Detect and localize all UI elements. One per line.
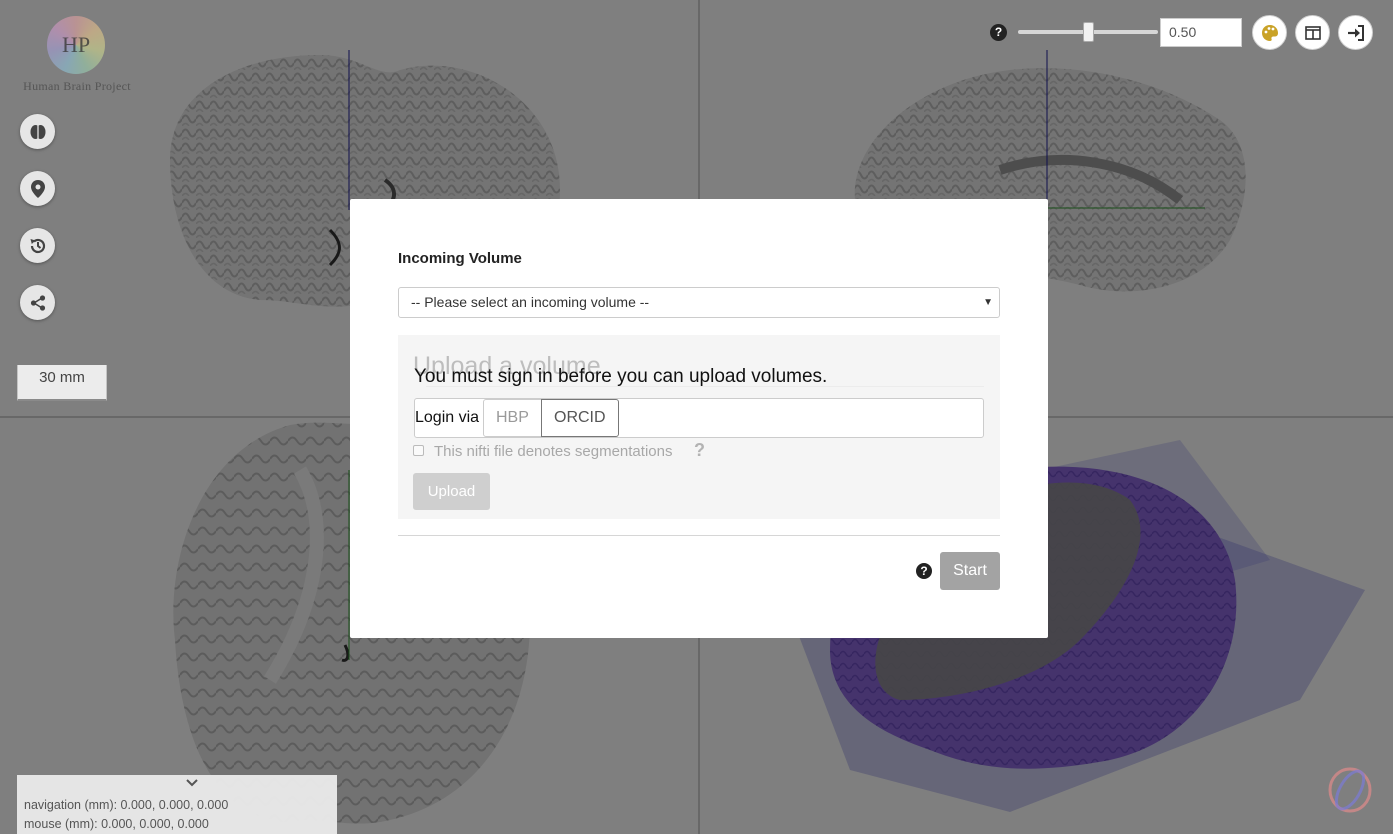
incoming-volume-label: Incoming Volume xyxy=(398,250,522,267)
caret-down-icon: ▼ xyxy=(983,297,993,308)
help-icon[interactable]: ? xyxy=(916,563,932,579)
history-icon xyxy=(30,238,45,253)
modal-divider xyxy=(398,535,1000,536)
sign-in-icon xyxy=(1347,24,1364,41)
upload-section: Upload a volume You must sign in before … xyxy=(398,335,1000,519)
segmentation-label: This nifti file denotes segmentations xyxy=(434,443,673,460)
brain-icon xyxy=(30,124,45,139)
layout-icon xyxy=(1304,25,1321,40)
logo-monogram: HP xyxy=(61,32,91,57)
select-placeholder: -- Please select an incoming volume -- xyxy=(411,294,650,310)
login-via-label: Login via xyxy=(415,409,480,426)
orientation-logo xyxy=(1328,767,1372,813)
layout-button[interactable] xyxy=(1295,15,1330,50)
mouse-coordinates: mouse (mm): 0.000, 0.000, 0.000 xyxy=(24,817,209,831)
location-button[interactable] xyxy=(20,171,55,206)
question-icon[interactable]: ? xyxy=(694,440,705,461)
start-button[interactable]: Start xyxy=(940,552,1000,590)
share-button[interactable] xyxy=(20,285,55,320)
login-hbp-button[interactable]: HBP xyxy=(483,399,542,437)
hbp-logo: HP Human Brain Project xyxy=(16,14,138,96)
share-icon xyxy=(30,294,45,311)
map-marker-icon xyxy=(30,179,45,198)
sign-in-button[interactable] xyxy=(1338,15,1373,50)
history-button[interactable] xyxy=(20,228,55,263)
opacity-slider-thumb[interactable] xyxy=(1083,22,1094,42)
register-volume-modal: Incoming Volume -- Please select an inco… xyxy=(350,199,1048,638)
scale-bar: 30 mm xyxy=(17,365,107,401)
logo-text: Human Brain Project xyxy=(23,79,131,93)
coordinates-panel: navigation (mm): 0.000, 0.000, 0.000 mou… xyxy=(17,775,337,834)
login-orcid-button[interactable]: ORCID xyxy=(541,399,619,437)
help-icon[interactable]: ? xyxy=(990,24,1007,41)
upload-button[interactable]: Upload xyxy=(413,473,490,510)
opacity-value-input[interactable]: 0.50 xyxy=(1160,18,1242,47)
brain-button[interactable] xyxy=(20,114,55,149)
navigation-coordinates: navigation (mm): 0.000, 0.000, 0.000 xyxy=(24,798,229,812)
incoming-volume-select[interactable]: -- Please select an incoming volume -- ▼ xyxy=(398,287,1000,318)
palette-icon xyxy=(1261,24,1278,41)
signin-message: You must sign in before you can upload v… xyxy=(414,366,828,387)
segmentation-checkbox[interactable] xyxy=(413,445,424,456)
login-group: Login via HBP ORCID xyxy=(414,398,984,438)
chevron-down-icon[interactable] xyxy=(185,778,199,788)
palette-button[interactable] xyxy=(1252,15,1287,50)
